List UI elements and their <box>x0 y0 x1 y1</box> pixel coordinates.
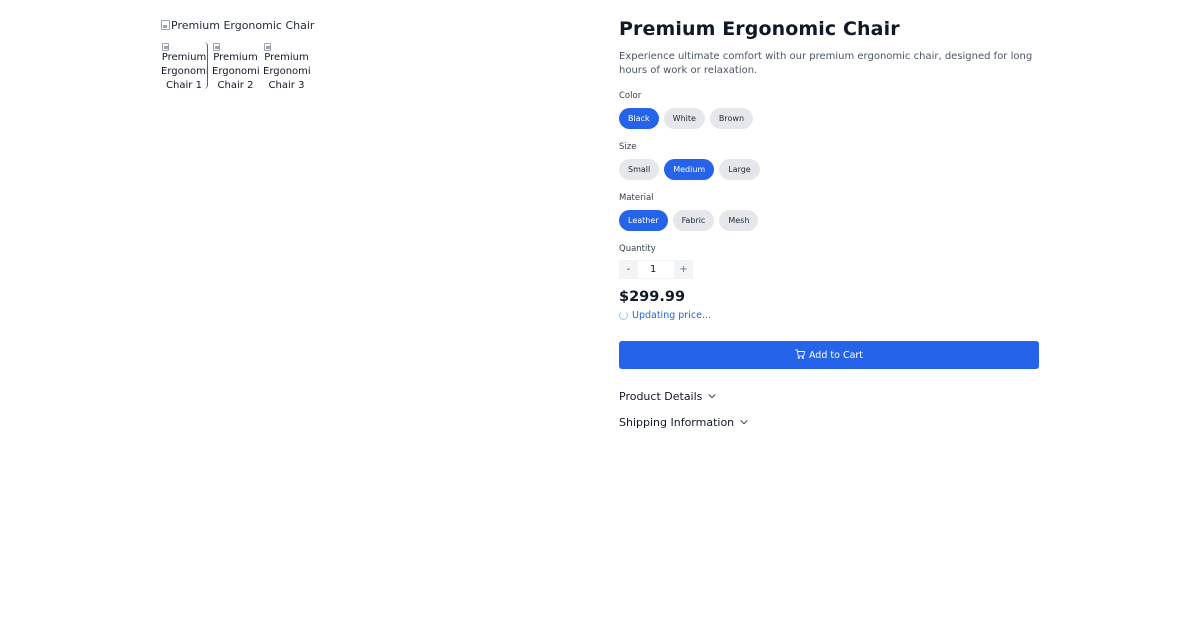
product-description: Experience ultimate comfort with our pre… <box>619 51 1033 76</box>
product-gallery: Premium Ergonomic Chair Premium Ergonomi… <box>161 18 581 89</box>
price-updating-status: Updating price... <box>619 309 1039 321</box>
size-option-medium[interactable]: Medium <box>664 159 715 180</box>
thumbnail-3[interactable]: Premium Ergonomic Chair 3 <box>263 42 310 89</box>
color-option-white[interactable]: White <box>663 108 705 129</box>
quantity-input[interactable] <box>638 260 674 279</box>
product-details-label: Product Details <box>619 389 703 403</box>
chevron-down-icon <box>739 417 749 427</box>
material-option-mesh[interactable]: Mesh <box>719 210 759 231</box>
shipping-information-label: Shipping Information <box>619 415 735 429</box>
material-option-fabric[interactable]: Fabric <box>672 210 715 231</box>
thumbnail-list: Premium Ergonomic Chair 1 Premium Ergono… <box>161 42 581 89</box>
shipping-information-toggle[interactable]: Shipping Information <box>619 415 1039 429</box>
color-option-black[interactable]: Black <box>619 108 659 129</box>
thumbnail-2[interactable]: Premium Ergonomic Chair 2 <box>212 42 259 89</box>
material-label: Material <box>619 193 654 203</box>
cart-icon <box>794 348 806 362</box>
quantity-stepper: - + <box>619 260 1039 279</box>
thumbnail-1[interactable]: Premium Ergonomic Chair 1 <box>161 42 208 89</box>
color-options: Black White Brown <box>619 108 1039 129</box>
quantity-decrement-button[interactable]: - <box>619 260 638 279</box>
size-option-small[interactable]: Small <box>619 159 660 180</box>
loading-spinner-icon <box>619 310 628 320</box>
color-option-brown[interactable]: Brown <box>709 108 754 129</box>
size-label: Size <box>619 142 637 152</box>
chevron-down-icon <box>707 391 717 401</box>
size-option-large[interactable]: Large <box>719 159 760 180</box>
product-accordion: Product Details Shipping Information <box>619 389 1039 429</box>
price-updating-text: Updating price... <box>632 309 711 321</box>
add-to-cart-label: Add to Cart <box>808 349 864 361</box>
product-price: $299.99 <box>619 289 686 305</box>
broken-image-icon <box>264 43 271 51</box>
material-option-leather[interactable]: Leather <box>619 210 668 231</box>
product-details-toggle[interactable]: Product Details <box>619 389 1039 403</box>
product-title: Premium Ergonomic Chair <box>619 18 900 40</box>
color-label: Color <box>619 91 642 101</box>
size-options: Small Medium Large <box>619 159 1039 180</box>
main-product-image: Premium Ergonomic Chair <box>161 18 581 32</box>
broken-image-icon <box>162 43 169 51</box>
product-info-panel: Premium Ergonomic Chair Experience ultim… <box>619 18 1039 441</box>
quantity-increment-button[interactable]: + <box>674 260 693 279</box>
main-image-alt-text: Premium Ergonomic Chair <box>171 18 315 32</box>
material-options: Leather Fabric Mesh <box>619 210 1039 231</box>
broken-image-icon <box>213 43 220 51</box>
broken-image-icon <box>161 20 170 30</box>
add-to-cart-button[interactable]: Add to Cart <box>619 341 1039 369</box>
quantity-label: Quantity <box>619 244 656 254</box>
